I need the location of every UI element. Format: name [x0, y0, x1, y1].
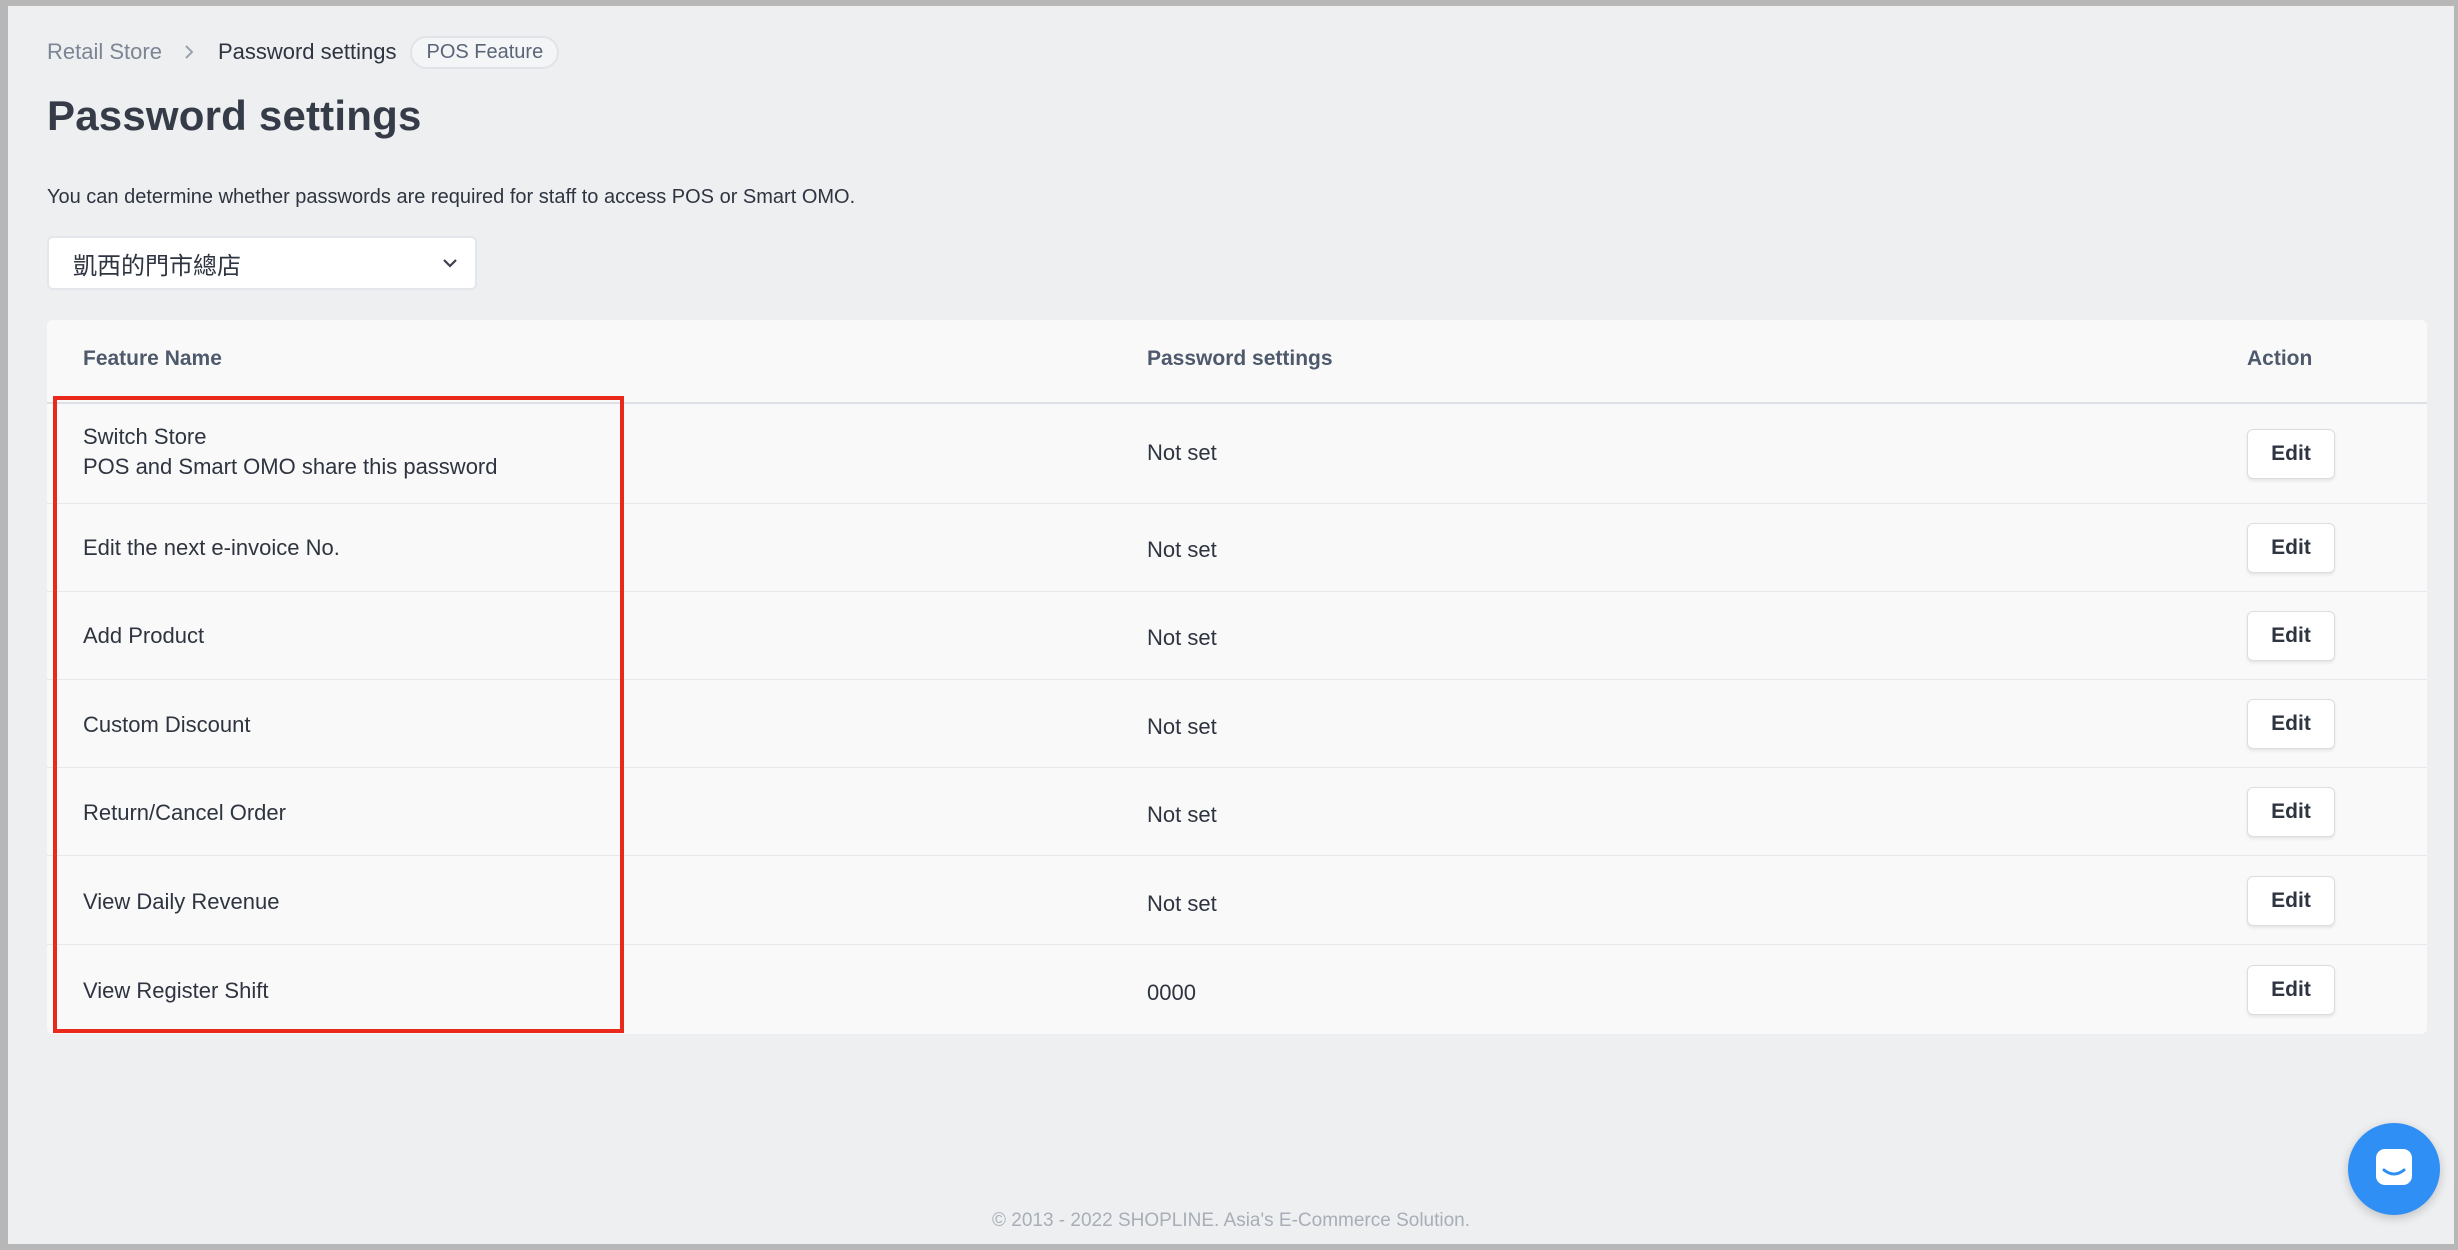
- edit-button[interactable]: Edit: [2247, 611, 2335, 661]
- table-row: Add Product Not set Edit: [47, 592, 2427, 680]
- edit-button[interactable]: Edit: [2247, 876, 2335, 926]
- edit-button[interactable]: Edit: [2247, 523, 2335, 573]
- edit-button[interactable]: Edit: [2247, 965, 2335, 1015]
- feature-name: View Daily Revenue: [83, 889, 280, 914]
- footer-copyright: © 2013 - 2022 SHOPLINE. Asia's E-Commerc…: [991, 1210, 1471, 1231]
- password-status: Not set: [1147, 714, 1217, 739]
- password-status: Not set: [1147, 625, 1217, 650]
- password-status: Not set: [1147, 440, 1217, 465]
- edit-button[interactable]: Edit: [2247, 699, 2335, 749]
- table-row: Switch Store POS and Smart OMO share thi…: [47, 404, 2427, 504]
- feature-name: Edit the next e-invoice No.: [83, 535, 340, 560]
- breadcrumb-current: Password settings: [217, 39, 397, 64]
- header-password-settings: Password settings: [1147, 347, 1333, 370]
- feature-name: Custom Discount: [83, 712, 251, 737]
- feature-name: Add Product: [83, 623, 205, 648]
- table-row: View Daily Revenue Not set Edit: [47, 856, 2427, 945]
- table-row: View Register Shift 0000 Edit: [47, 945, 2427, 1034]
- store-select-value: 凱西的門市總店: [73, 252, 241, 280]
- password-status: 0000: [1147, 980, 1196, 1005]
- page-description: You can determine whether passwords are …: [47, 186, 856, 208]
- password-status: Not set: [1147, 891, 1217, 916]
- table-row: Edit the next e-invoice No. Not set Edit: [47, 504, 2427, 592]
- header-action: Action: [2247, 347, 2313, 370]
- feature-name: Switch Store: [83, 424, 207, 449]
- edit-button[interactable]: Edit: [2247, 429, 2335, 479]
- table-row: Custom Discount Not set Edit: [47, 680, 2427, 768]
- password-status: Not set: [1147, 537, 1217, 562]
- feature-name: Return/Cancel Order: [83, 800, 286, 825]
- table-row: Return/Cancel Order Not set Edit: [47, 768, 2427, 856]
- chevron-down-icon: [439, 252, 461, 274]
- chat-button[interactable]: [2348, 1123, 2440, 1215]
- password-status: Not set: [1147, 802, 1217, 827]
- chevron-right-icon: [174, 37, 204, 67]
- edit-button[interactable]: Edit: [2247, 787, 2335, 837]
- password-settings-table: Feature Name Password settings Action Sw…: [47, 320, 2427, 1034]
- table-header: Feature Name Password settings Action: [47, 320, 2427, 404]
- header-feature-name: Feature Name: [83, 347, 222, 370]
- feature-note: POS and Smart OMO share this password: [83, 454, 498, 479]
- chat-icon: [2372, 1145, 2416, 1194]
- feature-name-cell: Switch Store POS and Smart OMO share thi…: [83, 422, 498, 482]
- page-title: Password settings: [47, 92, 422, 139]
- breadcrumb-retail-store[interactable]: Retail Store: [47, 39, 162, 65]
- feature-name: View Register Shift: [83, 978, 269, 1003]
- app-frame: Retail Store Password settings POS Featu…: [8, 6, 2454, 1244]
- breadcrumb: Retail Store Password settings POS Featu…: [47, 34, 560, 70]
- store-select[interactable]: 凱西的門市總店: [47, 236, 477, 290]
- pos-feature-badge: POS Feature: [410, 35, 560, 69]
